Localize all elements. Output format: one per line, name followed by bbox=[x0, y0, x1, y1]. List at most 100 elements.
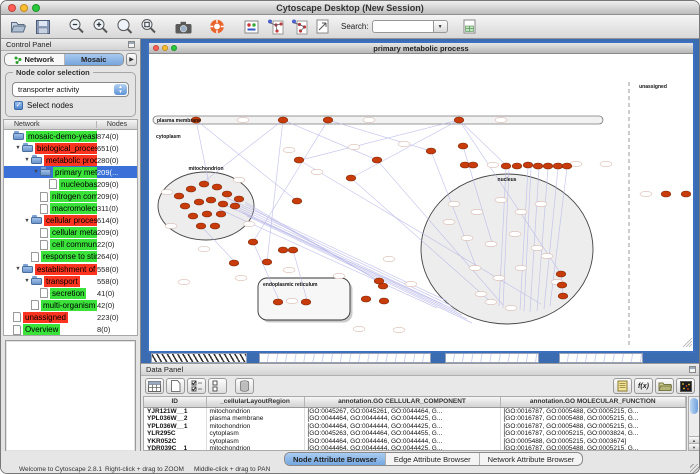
select-nodes-checkbox[interactable]: ✓ bbox=[14, 101, 23, 110]
network-node-selected[interactable] bbox=[681, 191, 691, 197]
save-session-button[interactable] bbox=[31, 16, 55, 37]
network-node[interactable] bbox=[515, 209, 527, 214]
network-node-selected[interactable] bbox=[186, 186, 196, 192]
network-node-selected[interactable] bbox=[533, 163, 543, 169]
network-node-selected[interactable] bbox=[553, 163, 563, 169]
network-node-selected[interactable] bbox=[346, 175, 356, 181]
network-node-selected[interactable] bbox=[218, 201, 228, 207]
network-node-selected[interactable] bbox=[292, 198, 302, 204]
network-window[interactable]: primary metabolic process plasma membran… bbox=[147, 41, 695, 353]
network-node-selected[interactable] bbox=[206, 197, 216, 203]
network-node-selected[interactable] bbox=[278, 117, 288, 123]
network-node[interactable] bbox=[531, 245, 543, 250]
network-node-selected[interactable] bbox=[199, 181, 209, 187]
network-node[interactable] bbox=[398, 141, 410, 146]
network-minimize-button[interactable] bbox=[162, 45, 168, 51]
table-scrollbar[interactable]: ▲ ▼ bbox=[688, 396, 700, 451]
network-node[interactable] bbox=[161, 189, 173, 194]
scroll-up-button[interactable]: ▲ bbox=[689, 436, 699, 443]
tree-row[interactable]: multi-organism pro42(0) bbox=[4, 299, 137, 311]
network-node-selected[interactable] bbox=[458, 143, 468, 149]
network-node[interactable] bbox=[233, 177, 245, 182]
tree-row[interactable]: Overview8(0) bbox=[4, 324, 137, 336]
network-node-selected[interactable] bbox=[523, 162, 533, 168]
tree-row[interactable]: cell communicat22(0) bbox=[4, 239, 137, 251]
network-node-selected[interactable] bbox=[212, 184, 222, 190]
attribute-notes-button[interactable] bbox=[613, 378, 632, 394]
network-node[interactable] bbox=[283, 147, 295, 152]
attribute-table-button[interactable] bbox=[145, 378, 164, 394]
network-node-selected[interactable] bbox=[174, 193, 184, 199]
tree-row[interactable]: ▼transport558(0) bbox=[4, 275, 137, 287]
apply-layout-button[interactable] bbox=[263, 16, 287, 37]
table-row[interactable]: YJR121W__1mitochondrion[GO:0045267, GO:0… bbox=[144, 407, 686, 415]
network-node[interactable] bbox=[443, 219, 455, 224]
network-node[interactable] bbox=[471, 209, 483, 214]
network-node-selected[interactable] bbox=[378, 283, 388, 289]
network-node[interactable] bbox=[348, 144, 360, 149]
network-node-selected[interactable] bbox=[556, 271, 566, 277]
network-node-selected[interactable] bbox=[468, 162, 478, 168]
network-node-selected[interactable] bbox=[248, 239, 258, 245]
network-node-selected[interactable] bbox=[194, 199, 204, 205]
network-node-selected[interactable] bbox=[379, 298, 389, 304]
network-node-selected[interactable] bbox=[294, 157, 304, 163]
expand-arrow-icon[interactable]: ▼ bbox=[23, 218, 31, 224]
network-node[interactable] bbox=[461, 235, 473, 240]
network-node-selected[interactable] bbox=[543, 163, 553, 169]
function-builder-button[interactable]: f(x) bbox=[634, 378, 653, 394]
network-node-selected[interactable] bbox=[301, 299, 311, 305]
apply-vizmap-button[interactable] bbox=[287, 16, 311, 37]
minimize-button[interactable] bbox=[20, 4, 28, 12]
network-node-selected[interactable] bbox=[512, 163, 522, 169]
tree-row[interactable]: secretion41(0) bbox=[4, 287, 137, 299]
network-edge[interactable] bbox=[245, 202, 385, 285]
network-edge[interactable] bbox=[253, 120, 328, 242]
network-edge[interactable] bbox=[328, 120, 431, 151]
network-node-selected[interactable] bbox=[426, 148, 436, 154]
search-dropdown-button[interactable]: ▼ bbox=[434, 20, 448, 33]
window-titlebar[interactable]: Cytoscape Desktop (New Session) bbox=[1, 1, 699, 15]
network-node[interactable] bbox=[198, 246, 210, 251]
tree-row[interactable]: ▼primary metabo209(... bbox=[4, 166, 137, 178]
tree-row[interactable]: nitrogen compo209(0) bbox=[4, 190, 137, 202]
browser-tab[interactable]: Edge Attribute Browser bbox=[385, 453, 479, 465]
network-node-selected[interactable] bbox=[361, 296, 371, 302]
zoom-out-button[interactable] bbox=[65, 16, 89, 37]
network-node[interactable] bbox=[353, 326, 365, 331]
column-header[interactable]: ID bbox=[144, 397, 206, 407]
import-network-button[interactable] bbox=[311, 16, 335, 37]
tree-row[interactable]: ▼metabolic process280(0) bbox=[4, 154, 137, 166]
tab-network[interactable]: Network bbox=[5, 54, 64, 65]
network-node-selected[interactable] bbox=[278, 247, 288, 253]
column-header[interactable]: annotation.GO CELLULAR_COMPONENT bbox=[304, 397, 500, 407]
network-node[interactable] bbox=[237, 117, 249, 122]
network-node[interactable] bbox=[393, 327, 405, 332]
network-canvas[interactable]: plasma membranecytoplasmmitochondrionnuc… bbox=[149, 54, 693, 351]
attribute-table[interactable]: ID_cellularLayoutRegionannotation.GO CEL… bbox=[143, 396, 687, 451]
attribute-matrix-button[interactable] bbox=[676, 378, 695, 394]
network-zoom-button[interactable] bbox=[171, 45, 177, 51]
network-node[interactable] bbox=[485, 299, 497, 304]
tree-row[interactable]: ▼cellular process614(0) bbox=[4, 215, 137, 227]
network-node-selected[interactable] bbox=[234, 196, 244, 202]
select-attributes-button[interactable] bbox=[187, 378, 206, 394]
table-row[interactable]: YPL036W__2plasma membrane[GO:0044464, GO… bbox=[144, 415, 686, 423]
create-attribute-button[interactable] bbox=[166, 378, 185, 394]
network-node-selected[interactable] bbox=[202, 211, 212, 217]
tab-scroll-right-button[interactable]: ▶ bbox=[126, 53, 137, 66]
zoom-to-fit-button[interactable] bbox=[113, 16, 137, 37]
network-node-selected[interactable] bbox=[323, 117, 333, 123]
float-panel-icon[interactable] bbox=[128, 41, 135, 48]
network-node-selected[interactable] bbox=[557, 282, 567, 288]
network-canvas-svg[interactable]: plasma membranecytoplasmmitochondrionnuc… bbox=[149, 54, 693, 351]
column-header[interactable]: _cellularLayoutRegion bbox=[206, 397, 304, 407]
background-window-fragment[interactable] bbox=[259, 353, 431, 363]
network-node-selected[interactable] bbox=[661, 191, 671, 197]
network-node[interactable] bbox=[640, 191, 652, 196]
close-button[interactable] bbox=[8, 4, 16, 12]
search-input[interactable] bbox=[372, 20, 434, 33]
open-session-button[interactable] bbox=[7, 16, 31, 37]
network-node[interactable] bbox=[509, 231, 521, 236]
snapshot-button[interactable] bbox=[171, 16, 195, 37]
